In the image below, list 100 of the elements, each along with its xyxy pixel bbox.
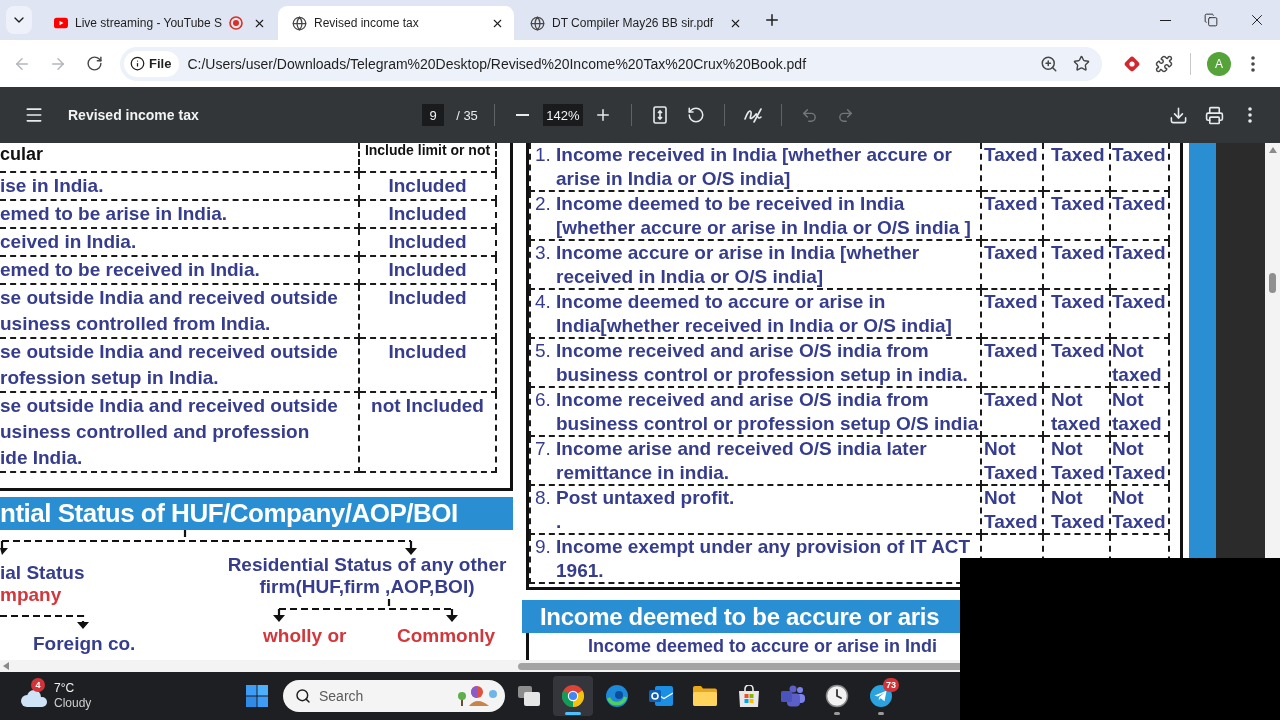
table-cell: Not Taxed xyxy=(1111,437,1170,486)
section-banner: ntial Status of HUF/Company/AOP/BOI xyxy=(0,497,513,530)
table-cell: Included xyxy=(360,229,497,257)
table-cell: ise in India. xyxy=(0,173,360,201)
browser-icon xyxy=(561,684,585,708)
globe-icon xyxy=(530,15,545,31)
windows-logo-icon xyxy=(246,685,268,707)
row-text: Income received in India [whether accure or arise in India or O/S india] xyxy=(556,143,952,190)
flow-node-label: Commonly xyxy=(397,625,496,647)
flow-node-label: wholly or xyxy=(263,625,347,647)
table-cell: Taxed xyxy=(1111,192,1170,241)
site-info-button[interactable]: File xyxy=(124,50,180,77)
browser-swirl-icon xyxy=(605,684,629,708)
table-cell: Taxed xyxy=(982,143,1044,192)
table-cell: se outside India and received outside rofession setup in India. xyxy=(0,339,360,393)
minus-icon xyxy=(516,114,530,116)
row-text: Income received and arise O/S india from business control or profession setup in india. xyxy=(556,339,968,386)
redo-icon xyxy=(837,106,855,124)
table-cell: Taxed xyxy=(1044,192,1111,241)
table-cell: Taxed xyxy=(982,241,1044,290)
table-cell: Taxed xyxy=(1111,143,1170,192)
zoom-field[interactable]: 142% xyxy=(542,104,583,126)
flow-node-label: mpany xyxy=(0,584,62,606)
star-icon xyxy=(1072,55,1090,72)
table-cell: Taxed xyxy=(1044,290,1111,339)
recording-icon xyxy=(229,16,243,30)
tab-search-button[interactable] xyxy=(6,6,32,34)
table-cell: ceived in India. xyxy=(0,229,360,257)
row-number: 4. xyxy=(535,290,552,314)
row-text: Income received and arise O/S india from business control or profession setup O/S india xyxy=(556,388,979,435)
zoom-in-icon xyxy=(1040,54,1058,73)
address-bar[interactable]: File C:/Users/user/Downloads/Telegram%20Desktop/Revised%20Income%20Tax%20Crux%20Book.pdf xyxy=(120,46,1102,81)
browser-tab[interactable]: DT Compiler May26 BB sir.pdf xyxy=(516,6,752,40)
browser-tab[interactable]: Live streaming - YouTube S xyxy=(40,6,276,40)
weather-temperature: 7°C xyxy=(54,681,76,696)
search-highlight-icon xyxy=(455,684,499,708)
notification-badge: 73 xyxy=(883,678,899,692)
shopping-bag-icon xyxy=(738,685,760,707)
table-cell: Included xyxy=(360,257,497,285)
row-text: Income arise and received O/S india later remittance in india. xyxy=(556,437,927,484)
reload-icon xyxy=(85,55,103,72)
download-icon xyxy=(1168,105,1188,125)
more-icon xyxy=(1251,55,1255,72)
table-cell: se outside India and received outside usiness controlled from India. xyxy=(0,285,360,339)
table-cell: se outside India and received outside usiness controlled and profession ide India. xyxy=(0,393,360,473)
table-cell: Taxed xyxy=(1111,290,1170,339)
table-cell: Not Taxed xyxy=(1111,486,1170,535)
weather-condition: Cloudy xyxy=(54,696,92,711)
overlapping-windows-icon xyxy=(518,686,540,706)
play-logo-icon xyxy=(54,17,68,29)
taskbar-app-button[interactable]: 73 xyxy=(861,676,901,716)
row-text: Income exempt under any provision of IT ACT 1961. xyxy=(556,535,971,582)
table-cell: Not Taxed xyxy=(982,486,1044,535)
browser-tab[interactable]: Revised income tax xyxy=(278,6,514,40)
table-cell: Not Taxed xyxy=(1044,437,1111,486)
plus-icon xyxy=(763,11,781,29)
table-cell: not Included xyxy=(360,393,497,473)
scroll-left-icon xyxy=(3,662,9,670)
restore-icon xyxy=(1204,13,1218,27)
row-number: 8. xyxy=(535,486,552,510)
page-count: / 35 xyxy=(456,107,478,123)
row-number: 3. xyxy=(535,241,552,265)
flow-node-label: ial Status xyxy=(0,562,85,584)
puzzle-icon xyxy=(1155,54,1173,73)
table-cell: Taxed xyxy=(1044,241,1111,290)
page-number-field[interactable]: 9 xyxy=(422,104,445,126)
more-icon xyxy=(1248,107,1252,123)
fit-page-icon xyxy=(652,106,667,124)
table-cell: Included xyxy=(360,285,497,339)
table-header-cell: cular xyxy=(0,143,360,173)
scroll-up-icon xyxy=(1268,147,1277,153)
people-icon xyxy=(781,685,805,707)
squiggle-pen-icon xyxy=(743,107,762,123)
row-number: 1. xyxy=(535,143,552,167)
table-cell: Taxed xyxy=(982,339,1044,388)
row-text: Income deemed to accure or arise in India[whether received in India or O/S india] xyxy=(556,290,952,337)
table-header-cell: Include limit or not xyxy=(360,143,497,173)
globe-icon xyxy=(292,15,307,31)
table-cell: emed to be received in India. xyxy=(0,257,360,285)
scrollbar-thumb[interactable] xyxy=(1269,273,1276,293)
table-cell: Taxed xyxy=(982,388,1044,437)
menu-icon xyxy=(24,105,44,125)
info-icon xyxy=(130,56,145,71)
table-cell: emed to be arise in India. xyxy=(0,201,360,229)
table-cell: Taxed xyxy=(1044,339,1111,388)
table-cell: Not taxed xyxy=(1111,388,1170,437)
table-cell: Not Taxed xyxy=(982,437,1044,486)
section-text: Income deemed to accure or arise in Indi xyxy=(588,636,938,656)
search-field[interactable]: Search xyxy=(283,680,505,712)
table-cell: Taxed xyxy=(982,290,1044,339)
table-cell: Taxed xyxy=(1044,143,1111,192)
taskbar-app-button[interactable] xyxy=(553,676,593,716)
table-cell: Included xyxy=(360,173,497,201)
url-field[interactable]: C:/Users/user/Downloads/Telegram%20Desktop/Revised%20Income%20Tax%20Crux%20Book.pdf xyxy=(183,51,1031,76)
table-cell: Included xyxy=(360,201,497,229)
table-cell: Not taxed xyxy=(1044,388,1111,437)
row-number: 2. xyxy=(535,192,552,216)
search-icon xyxy=(295,688,311,704)
table-cell: Not taxed xyxy=(1111,339,1170,388)
folder-icon xyxy=(693,686,717,706)
